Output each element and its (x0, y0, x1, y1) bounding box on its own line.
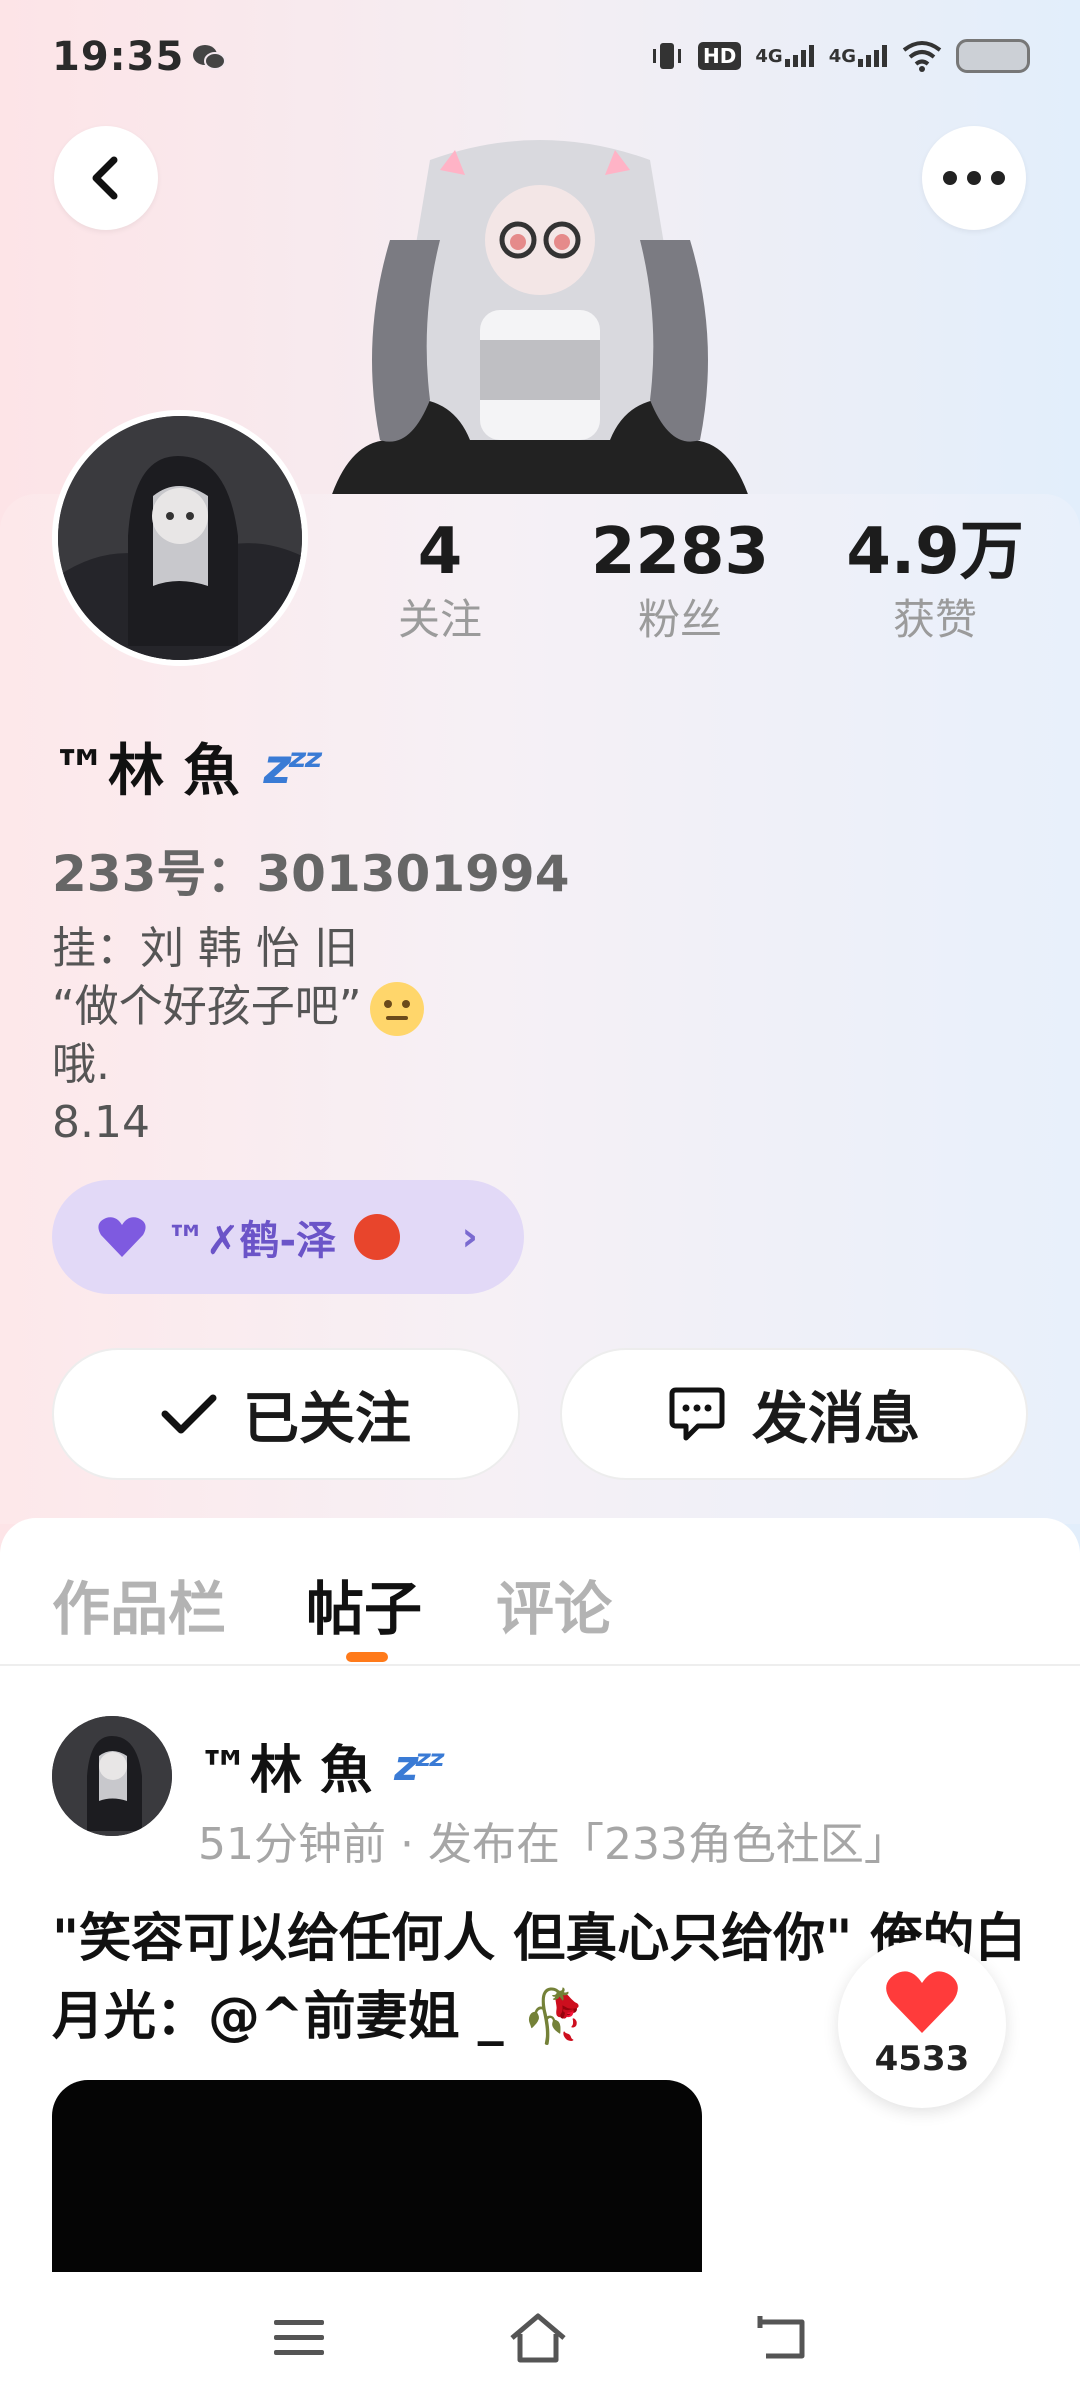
wifi-icon (902, 41, 942, 72)
post-author-avatar[interactable] (52, 1716, 172, 1836)
signal-1-label: 4G (755, 46, 783, 67)
active-tab-indicator (346, 1652, 388, 1662)
home-icon[interactable] (508, 2312, 568, 2364)
tab-comments[interactable]: 评论 (496, 1562, 612, 1646)
chat-bubble-icon (669, 1387, 725, 1441)
likes-count: 4.9万 (846, 515, 1024, 589)
neutral-face-icon (369, 982, 424, 1036)
battery-icon (956, 39, 1030, 73)
menu-icon[interactable] (270, 2312, 330, 2364)
profile-bio: 挂：刘 韩 怡 旧 “做个好孩子吧” 哦. 8.14 (52, 920, 424, 1152)
relationship-badge-text: ™✗鹤-泽 (166, 1218, 337, 1264)
status-icons: HD 4G 4G (650, 36, 1030, 76)
sleeping-zzz-icon: zᶻᶻ (263, 738, 324, 795)
wechat-icon (193, 45, 226, 70)
fans-label: 粉丝 (637, 595, 722, 644)
message-button[interactable]: 发消息 (560, 1348, 1028, 1480)
heart-icon (98, 1217, 146, 1257)
account-id: 233号：301301994 (52, 845, 570, 903)
chevron-right-icon: › (461, 1214, 478, 1260)
tab-works[interactable]: 作品栏 (52, 1562, 226, 1646)
status-bar: 19:35 HD 4G 4G (0, 0, 1080, 110)
like-count: 4533 (874, 2039, 970, 2079)
post-image[interactable] (52, 2080, 702, 2280)
followed-button[interactable]: 已关注 (52, 1348, 520, 1480)
signal-2-label: 4G (828, 46, 856, 67)
bio-line-3: 哦. (52, 1039, 110, 1090)
status-time: 19:35 (52, 34, 185, 80)
back-button[interactable] (54, 126, 158, 230)
tab-divider (0, 1664, 1080, 1666)
bio-line-1: 挂：刘 韩 怡 旧 (52, 923, 358, 974)
following-label: 关注 (397, 595, 482, 644)
post-author[interactable]: ™林 魚 zᶻᶻ (198, 1728, 446, 1803)
stat-likes[interactable]: 4.9万 获赞 (830, 512, 1040, 648)
signal-bars-icon (784, 45, 814, 67)
like-button[interactable]: 4533 (838, 1940, 1006, 2108)
signal-2: 4G (829, 45, 888, 67)
post-author-name: ™林 魚 (198, 1741, 373, 1801)
system-nav-bar (0, 2272, 1080, 2400)
sleeping-zzz-icon: zᶻᶻ (394, 1741, 445, 1790)
message-button-label: 发消息 (752, 1386, 920, 1452)
signal-bars-icon (858, 45, 887, 67)
avatar[interactable] (52, 410, 308, 666)
stat-following[interactable]: 4 关注 (360, 512, 520, 648)
hd-badge: HD (698, 42, 742, 70)
heart-icon (886, 1971, 958, 2033)
more-button[interactable] (922, 126, 1026, 230)
bio-line-2-wrap: “做个好孩子吧” (52, 978, 424, 1036)
relationship-badge[interactable]: ™✗鹤-泽 › (52, 1180, 524, 1294)
banner-character-image (330, 140, 750, 500)
stat-fans[interactable]: 2283 粉丝 (570, 512, 790, 648)
check-icon (161, 1394, 217, 1434)
following-count: 4 (417, 515, 463, 589)
chevron-left-icon (92, 156, 118, 200)
angry-face-icon (354, 1214, 401, 1260)
back-nav-icon[interactable] (752, 2312, 812, 2364)
bio-line-2: “做个好孩子吧” (52, 981, 362, 1032)
tab-posts[interactable]: 帖子 (306, 1562, 422, 1646)
vibrate-icon (653, 43, 682, 69)
bio-line-4: 8.14 (52, 1097, 150, 1148)
signal-1: 4G (755, 45, 814, 67)
fans-count: 2283 (590, 515, 770, 589)
likes-label: 获赞 (892, 595, 977, 644)
more-horizontal-icon (943, 171, 1005, 185)
followed-button-label: 已关注 (243, 1386, 411, 1452)
post-author-avatar-image (52, 1716, 172, 1836)
avatar-image (58, 416, 302, 660)
post-meta: 51分钟前 · 发布在「233角色社区」 (198, 1819, 908, 1870)
nickname-text: ™林 魚 (52, 739, 240, 804)
profile-nickname: ™林 魚 zᶻᶻ (52, 726, 324, 807)
